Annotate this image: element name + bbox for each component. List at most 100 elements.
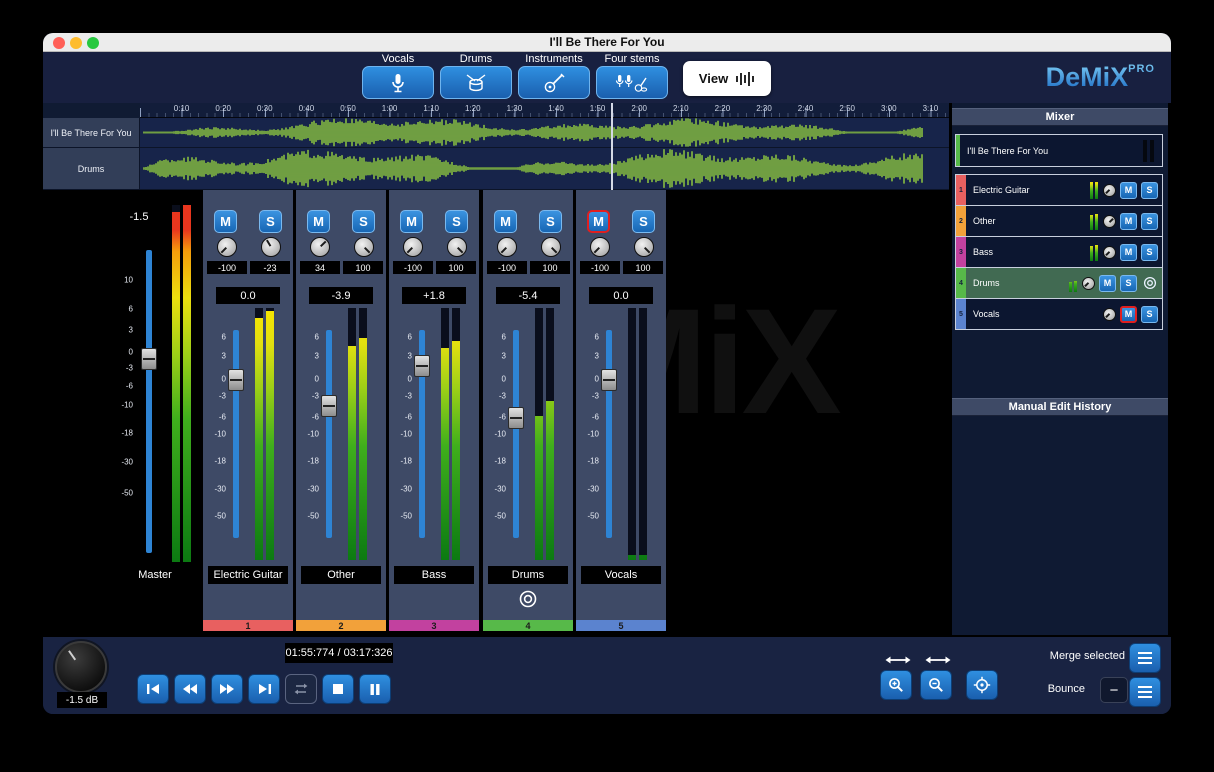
skip-to-start-button[interactable]: [137, 674, 169, 704]
fader-track[interactable]: [326, 330, 332, 538]
pan-knob[interactable]: [403, 237, 423, 257]
sidebar-track-vocals[interactable]: 5 Vocals M S: [956, 299, 1162, 330]
fader-handle[interactable]: [321, 395, 337, 417]
vocals-stem-button[interactable]: [362, 66, 434, 99]
width-value[interactable]: 100: [530, 261, 570, 274]
fader-handle[interactable]: [414, 355, 430, 377]
width-value[interactable]: -23: [250, 261, 290, 274]
rewind-button[interactable]: [174, 674, 206, 704]
pan-knob[interactable]: [497, 237, 517, 257]
pan-knob[interactable]: [1103, 246, 1116, 259]
solo-button[interactable]: S: [539, 210, 562, 233]
track-name-drums[interactable]: Drums: [43, 148, 140, 190]
fader-track[interactable]: [513, 330, 519, 538]
gain-readout[interactable]: 0.0: [216, 287, 280, 304]
solo-button[interactable]: S: [1141, 182, 1158, 199]
mute-button[interactable]: M: [1120, 213, 1137, 230]
fader-track[interactable]: [146, 250, 152, 553]
gain-readout[interactable]: -5.4: [496, 287, 560, 304]
mute-button[interactable]: M: [307, 210, 330, 233]
sidebar-track-drums[interactable]: 4 Drums M S: [956, 268, 1162, 299]
solo-button[interactable]: S: [1141, 213, 1158, 230]
bounce-minimize-button[interactable]: −: [1100, 677, 1128, 703]
width-value[interactable]: 100: [436, 261, 476, 274]
width-knob[interactable]: [261, 237, 281, 257]
fader-handle[interactable]: [228, 369, 244, 391]
mute-button[interactable]: M: [587, 210, 610, 233]
pan-value[interactable]: -100: [207, 261, 247, 274]
drums-stem-button[interactable]: [440, 66, 512, 99]
view-button[interactable]: View: [683, 61, 771, 96]
width-knob[interactable]: [634, 237, 654, 257]
fader-scale-label: -50: [214, 512, 226, 521]
width-value[interactable]: 100: [623, 261, 663, 274]
skip-to-end-button[interactable]: [248, 674, 280, 704]
waveform-track-drums[interactable]: [140, 148, 949, 190]
pan-value[interactable]: -100: [580, 261, 620, 274]
mute-button[interactable]: M: [1120, 244, 1137, 261]
width-knob[interactable]: [354, 237, 374, 257]
channel-name: Electric Guitar: [208, 566, 288, 584]
pause-button[interactable]: [359, 674, 391, 704]
bounce-menu-button[interactable]: [1129, 677, 1161, 707]
pan-knob[interactable]: [217, 237, 237, 257]
fader-track[interactable]: [606, 330, 612, 538]
master-volume-knob[interactable]: [55, 641, 107, 693]
width-knob[interactable]: [541, 237, 561, 257]
solo-button[interactable]: S: [632, 210, 655, 233]
pan-knob[interactable]: [310, 237, 330, 257]
fader-handle[interactable]: [508, 407, 524, 429]
track-name-song[interactable]: I'll Be There For You: [43, 118, 140, 148]
playhead[interactable]: [611, 103, 613, 190]
focused-track-icon[interactable]: [1141, 276, 1158, 290]
instruments-stem-button[interactable]: [518, 66, 590, 99]
app-window: I'll Be There For You Vocals Drums: [43, 33, 1171, 714]
loop-button[interactable]: [285, 674, 317, 704]
solo-button[interactable]: S: [1141, 306, 1158, 323]
mute-button[interactable]: M: [1120, 306, 1137, 323]
four-stems-button[interactable]: [596, 66, 668, 99]
pan-knob[interactable]: [590, 237, 610, 257]
ruler-time-label: 0:40: [299, 104, 315, 113]
solo-button[interactable]: S: [1120, 275, 1137, 292]
width-value[interactable]: 100: [343, 261, 383, 274]
pan-value[interactable]: -100: [393, 261, 433, 274]
pan-value[interactable]: 34: [300, 261, 340, 274]
fader-scale-label: 0: [129, 347, 133, 356]
stop-button[interactable]: [322, 674, 354, 704]
mute-button[interactable]: M: [494, 210, 517, 233]
zoom-out-button[interactable]: [920, 670, 952, 700]
pan-value[interactable]: -100: [487, 261, 527, 274]
mute-button[interactable]: M: [400, 210, 423, 233]
mute-button[interactable]: M: [1120, 182, 1137, 199]
solo-button[interactable]: S: [352, 210, 375, 233]
focused-track-icon[interactable]: [483, 589, 573, 609]
sidebar-track-electric-guitar[interactable]: 1 Electric Guitar M S: [956, 175, 1162, 206]
fast-forward-button[interactable]: [211, 674, 243, 704]
fader-handle[interactable]: [141, 348, 157, 370]
master-readout[interactable]: -1.5: [116, 208, 162, 225]
mute-button[interactable]: M: [214, 210, 237, 233]
fader-track[interactable]: [233, 330, 239, 538]
sidebar-master-track[interactable]: I'll Be There For You: [955, 134, 1163, 167]
width-knob[interactable]: [447, 237, 467, 257]
pan-knob[interactable]: [1082, 277, 1095, 290]
gain-readout[interactable]: 0.0: [589, 287, 653, 304]
pan-knob[interactable]: [1103, 184, 1116, 197]
gain-readout[interactable]: +1.8: [402, 287, 466, 304]
solo-button[interactable]: S: [259, 210, 282, 233]
pan-knob[interactable]: [1103, 308, 1116, 321]
waveform-track-song[interactable]: [140, 118, 949, 148]
time-ruler[interactable]: 0:100:200:300:400:501:001:101:201:301:40…: [140, 103, 949, 118]
mute-button[interactable]: M: [1099, 275, 1116, 292]
sidebar-track-other[interactable]: 2 Other M S: [956, 206, 1162, 237]
pan-knob[interactable]: [1103, 215, 1116, 228]
zoom-in-button[interactable]: [880, 670, 912, 700]
solo-button[interactable]: S: [1141, 244, 1158, 261]
merge-menu-button[interactable]: [1129, 643, 1161, 673]
gain-readout[interactable]: -3.9: [309, 287, 373, 304]
locate-playhead-button[interactable]: [966, 670, 998, 700]
solo-button[interactable]: S: [445, 210, 468, 233]
fader-handle[interactable]: [601, 369, 617, 391]
sidebar-track-bass[interactable]: 3 Bass M S: [956, 237, 1162, 268]
